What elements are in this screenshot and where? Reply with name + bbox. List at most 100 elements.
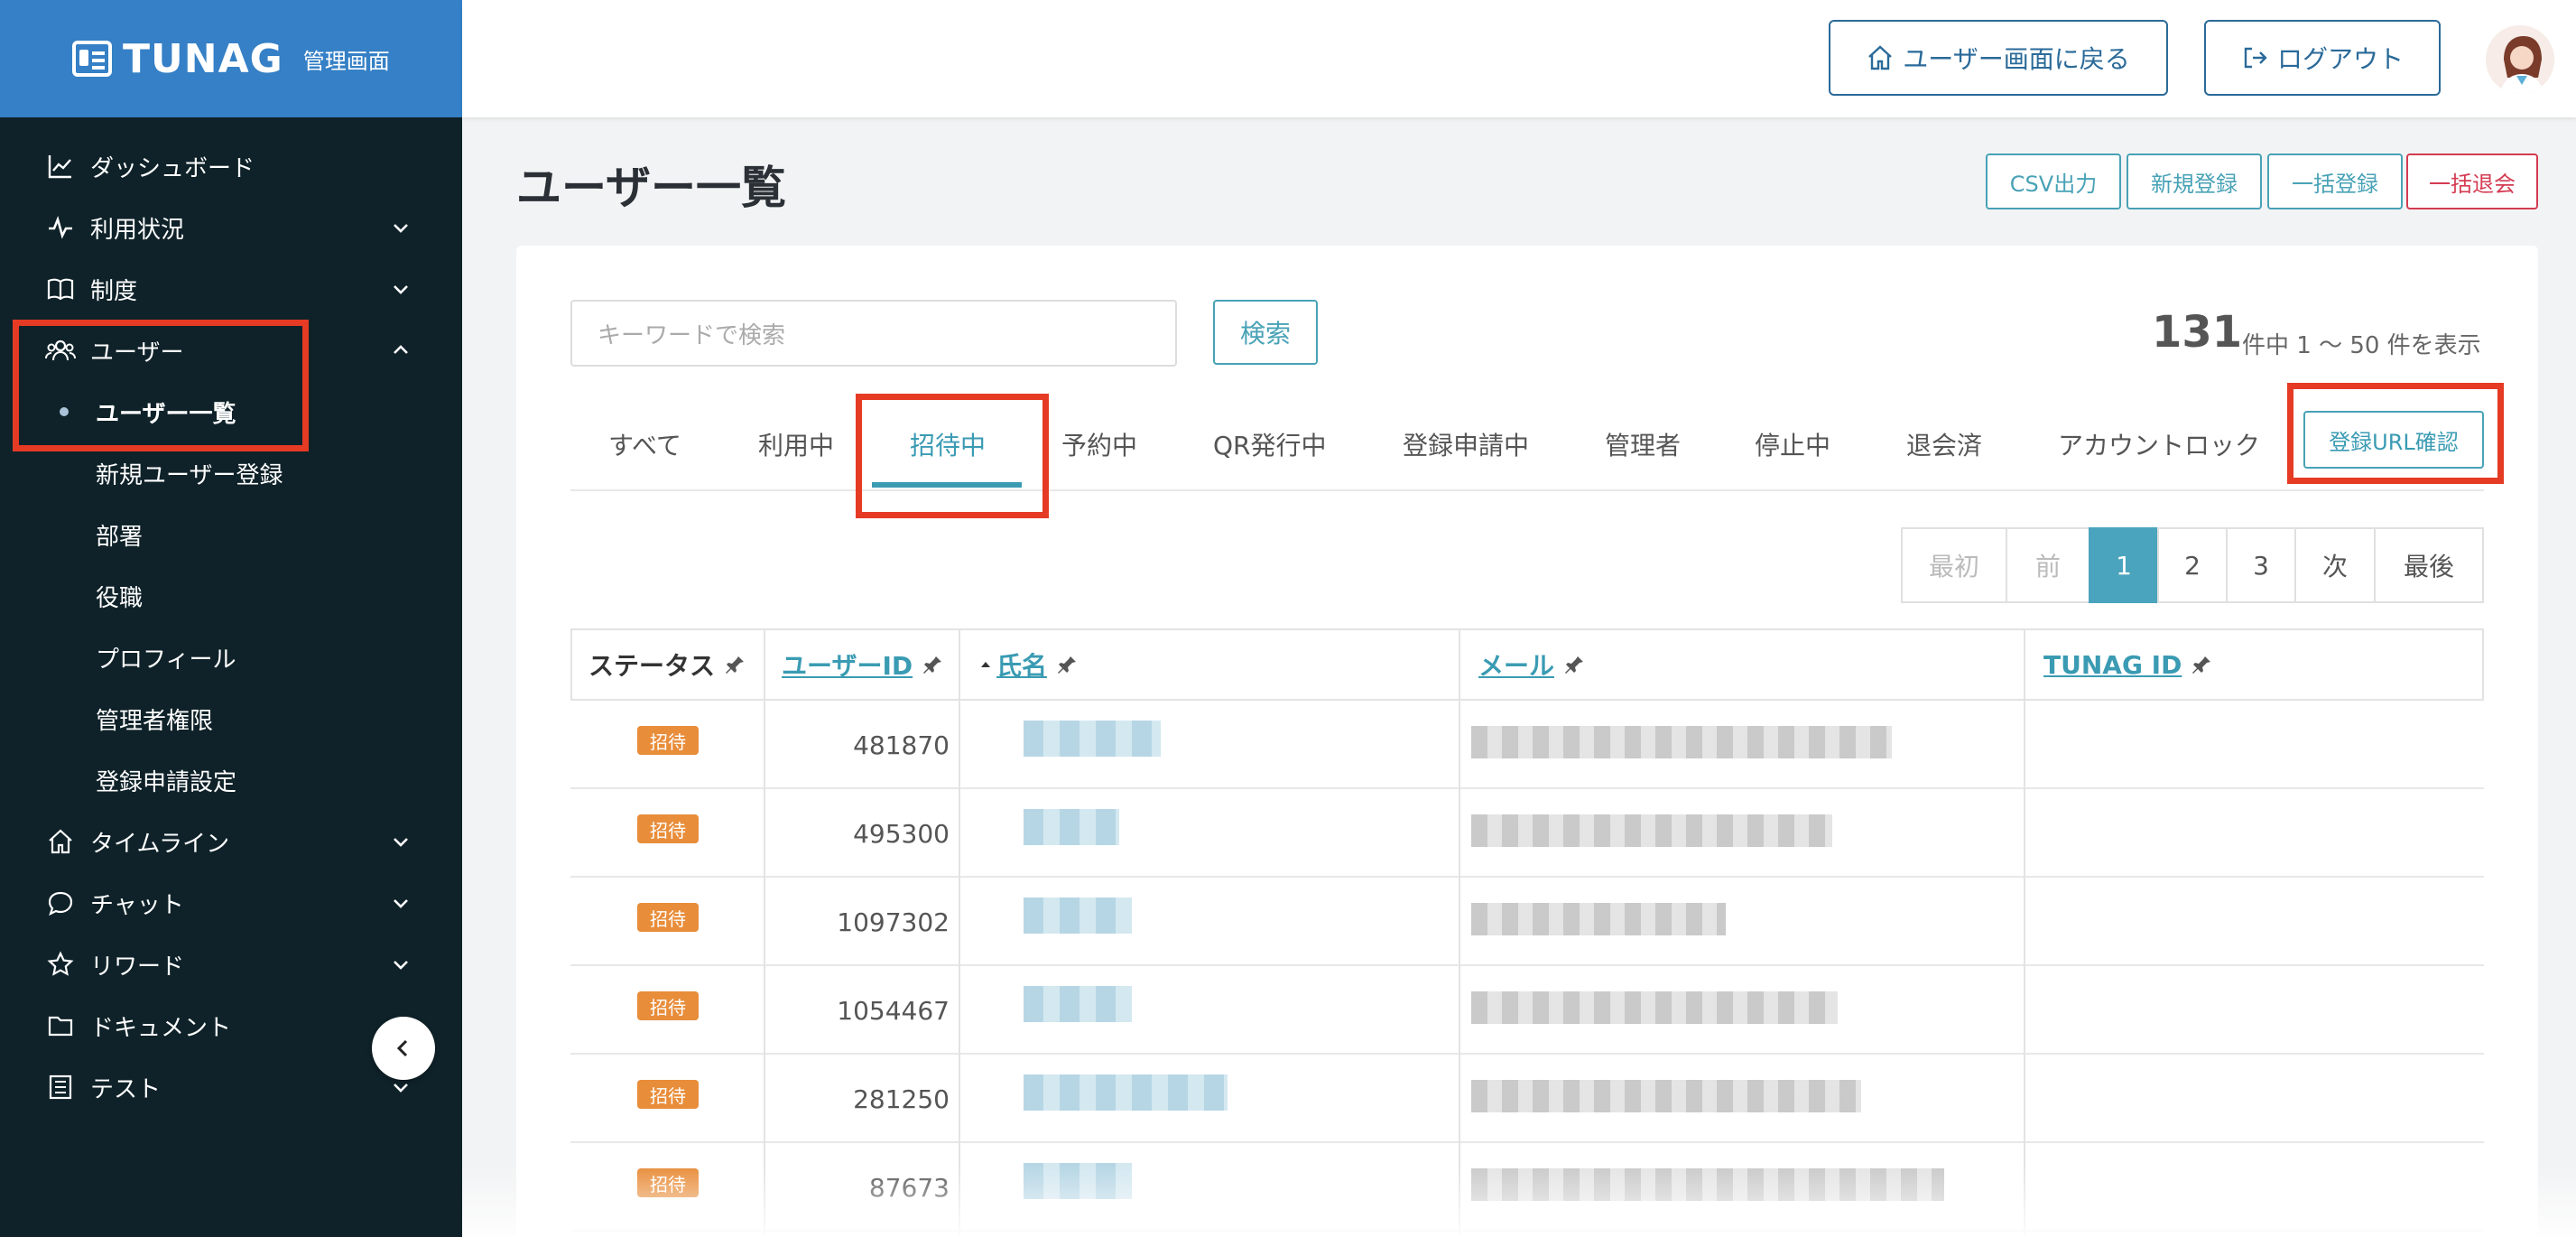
search-button[interactable]: 検索 — [1213, 300, 1318, 365]
column-divider — [959, 628, 960, 1237]
avatar[interactable] — [2486, 25, 2554, 94]
pin-icon[interactable] — [1565, 655, 1585, 674]
blurred-mail — [1471, 991, 1838, 1024]
pin-icon[interactable] — [2192, 655, 2212, 674]
logout-button-label: ログアウト — [2276, 44, 2404, 74]
brand-bar[interactable]: TUNAG 管理画面 — [0, 0, 462, 117]
pager-first[interactable]: 最初 — [1901, 527, 2007, 603]
table-row[interactable]: 招待 1054467 — [570, 966, 2484, 1055]
blurred-name — [1024, 1074, 1228, 1111]
bulk-withdraw-button[interactable]: 一括退会 — [2406, 153, 2538, 209]
folder-icon — [45, 1010, 76, 1041]
logout-button[interactable]: ログアウト — [2204, 20, 2441, 96]
sidebar-subitem-department[interactable]: 部署 — [0, 504, 462, 565]
table-row[interactable]: 招待 495300 — [570, 789, 2484, 878]
pager-next[interactable]: 次 — [2294, 527, 2376, 603]
status-badge: 招待 — [637, 1080, 699, 1109]
home-icon — [45, 826, 76, 857]
sidebar-item-usage[interactable]: 利用状況 — [0, 197, 462, 258]
book-icon — [45, 274, 76, 304]
tab-qr-issued[interactable]: QR発行中 — [1213, 397, 1327, 491]
bulk-register-button[interactable]: 一括登録 — [2267, 153, 2403, 209]
sidebar-subitem-position[interactable]: 役職 — [0, 565, 462, 627]
table-row[interactable]: 招待 281250 — [570, 1055, 2484, 1143]
sidebar: TUNAG 管理画面 ダッシュボード 利用状況 制度 ユーザー ユーザー一覧 新… — [0, 0, 462, 1237]
sidebar-item-label: リワード — [90, 953, 185, 981]
sidebar-item-timeline[interactable]: タイムライン — [0, 811, 462, 872]
tab-registration-request[interactable]: 登録申請中 — [1403, 397, 1529, 491]
column-label: 氏名 — [996, 651, 1048, 681]
tab-active[interactable]: 利用中 — [758, 397, 834, 491]
column-label: ステータス — [588, 651, 716, 681]
back-button-label: ユーザー画面に戻る — [1903, 44, 2130, 74]
blurred-name — [1024, 898, 1132, 934]
sidebar-subitem-label: 登録申請設定 — [96, 768, 237, 796]
bottom-fade — [462, 1165, 2576, 1237]
status-badge: 招待 — [637, 991, 699, 1020]
sidebar-subitem-admin-rights[interactable]: 管理者権限 — [0, 688, 462, 749]
sidebar-subitem-label: プロフィール — [96, 646, 236, 674]
sidebar-subitem-new-user[interactable]: 新規ユーザー登録 — [0, 442, 462, 504]
pager-page-2[interactable]: 2 — [2157, 527, 2228, 603]
column-mail[interactable]: メール — [1478, 630, 1585, 699]
tab-admin[interactable]: 管理者 — [1605, 397, 1681, 491]
chevron-down-icon — [394, 961, 408, 970]
column-label: メール — [1478, 651, 1555, 681]
pager-prev[interactable]: 前 — [2006, 527, 2090, 603]
sort-asc-icon — [981, 662, 990, 667]
column-user-id[interactable]: ユーザーID — [782, 630, 943, 699]
chevron-down-icon — [394, 899, 408, 908]
star-icon — [45, 949, 76, 980]
back-to-user-button[interactable]: ユーザー画面に戻る — [1829, 20, 2168, 96]
chat-icon — [45, 888, 76, 918]
column-name[interactable]: 氏名 — [978, 630, 1078, 699]
sidebar-subitem-label: 役職 — [96, 584, 144, 612]
sidebar-item-chat[interactable]: チャット — [0, 872, 462, 934]
csv-export-button[interactable]: CSV出力 — [1986, 153, 2121, 209]
pager-page-3[interactable]: 3 — [2226, 527, 2296, 603]
sidebar-subitem-label: 部署 — [96, 523, 144, 551]
sidebar-subitem-profile[interactable]: プロフィール — [0, 627, 462, 688]
brand-subtitle: 管理画面 — [302, 48, 390, 74]
pager-page-1[interactable]: 1 — [2089, 527, 2159, 603]
pulse-icon — [45, 212, 76, 243]
sidebar-item-dashboard[interactable]: ダッシュボード — [0, 135, 462, 197]
sidebar-subitem-registration-settings[interactable]: 登録申請設定 — [0, 749, 462, 811]
tab-all[interactable]: すべて — [608, 397, 681, 491]
search-input[interactable]: キーワードで検索 — [570, 300, 1177, 367]
tab-account-lock[interactable]: アカウントロック — [2058, 397, 2260, 491]
pin-icon[interactable] — [1058, 655, 1078, 674]
blurred-mail — [1471, 903, 1726, 935]
sidebar-item-label: テスト — [90, 1075, 162, 1103]
pager-last[interactable]: 最後 — [2374, 527, 2484, 603]
pin-icon[interactable] — [726, 655, 746, 674]
column-divider — [1459, 628, 1460, 1237]
new-register-button[interactable]: 新規登録 — [2127, 153, 2262, 209]
table-row[interactable]: 招待 481870 — [570, 701, 2484, 789]
column-divider — [764, 628, 765, 1237]
sidebar-collapse-button[interactable] — [372, 1017, 435, 1080]
tab-scheduled[interactable]: 予約中 — [1061, 397, 1137, 491]
pin-icon[interactable] — [923, 655, 943, 674]
chevron-down-icon — [394, 285, 408, 294]
top-header: ユーザー画面に戻る ログアウト — [462, 0, 2576, 117]
user-id-cell: 1054467 — [837, 995, 950, 1026]
blurred-mail — [1471, 726, 1892, 758]
brand-logo-icon — [72, 41, 112, 77]
logout-icon — [2244, 47, 2267, 69]
sidebar-subitem-label: 管理者権限 — [96, 707, 214, 735]
list-icon — [45, 1072, 76, 1102]
column-tunag-id[interactable]: TUNAG ID — [2043, 630, 2212, 699]
sidebar-item-reward[interactable]: リワード — [0, 934, 462, 995]
column-label: TUNAG ID — [2043, 649, 2182, 680]
sidebar-item-system[interactable]: 制度 — [0, 258, 462, 320]
search-placeholder: キーワードで検索 — [598, 321, 786, 349]
column-status[interactable]: ステータス — [588, 630, 746, 699]
table-row[interactable]: 招待 1097302 — [570, 878, 2484, 966]
user-id-cell: 1097302 — [837, 907, 950, 937]
chevron-down-icon — [394, 838, 408, 847]
user-id-cell: 495300 — [853, 818, 950, 849]
tab-suspended[interactable]: 停止中 — [1755, 397, 1830, 491]
tab-withdrawn[interactable]: 退会済 — [1906, 397, 1982, 491]
sidebar-item-label: ドキュメント — [90, 1014, 232, 1042]
